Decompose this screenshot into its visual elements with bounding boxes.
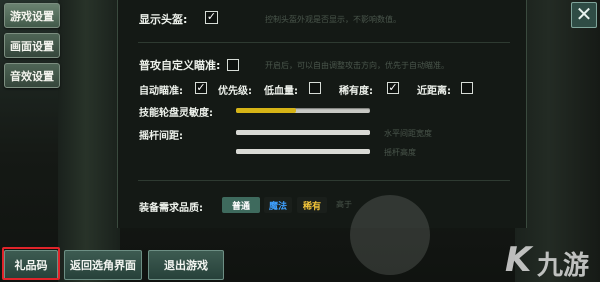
tab-label: 画面设置 bbox=[10, 39, 54, 53]
watermark-k: K bbox=[505, 240, 532, 280]
show-helmet-hint: 控制头盔外观是否显示，不影响数值。 bbox=[265, 15, 401, 24]
joystick-horizontal-slider[interactable] bbox=[236, 130, 370, 135]
quality-rare-button[interactable]: 稀有 bbox=[297, 197, 327, 213]
priority-rarity-checkbox[interactable]: ✓ bbox=[387, 82, 399, 94]
slider-fill bbox=[236, 130, 370, 135]
check-icon: ✓ bbox=[388, 81, 398, 94]
tab-game-settings[interactable]: 游戏设置 bbox=[4, 3, 60, 28]
auto-aim-label: 自动瞄准: bbox=[139, 86, 183, 97]
check-icon: ✓ bbox=[206, 10, 217, 23]
highlight-box bbox=[2, 247, 60, 280]
quality-common-button[interactable]: 普通 bbox=[222, 197, 260, 213]
watermark-text: 九游 bbox=[537, 251, 590, 281]
return-label: 返回选角界面 bbox=[70, 259, 136, 272]
check-icon: ✓ bbox=[196, 81, 206, 94]
slider-fill bbox=[236, 108, 297, 113]
watermark-logo-icon bbox=[350, 195, 430, 275]
priority-rarity-label: 稀有度: bbox=[339, 86, 373, 97]
tab-graphics-settings[interactable]: 画面设置 bbox=[4, 33, 60, 58]
tab-audio-settings[interactable]: 音效设置 bbox=[4, 63, 60, 88]
custom-aim-checkbox[interactable] bbox=[227, 59, 239, 71]
priority-low-hp-checkbox[interactable] bbox=[309, 82, 321, 94]
joystick-horizontal-hint: 水平间距宽度 bbox=[384, 129, 432, 138]
return-character-select-button[interactable]: 返回选角界面 bbox=[64, 250, 142, 280]
custom-aim-hint: 开启后，可以自由调整攻击方向，优先于自动瞄准。 bbox=[265, 61, 449, 70]
joystick-spacing-label: 摇杆间距: bbox=[139, 131, 183, 142]
equip-quality-label: 装备需求品质: bbox=[139, 203, 203, 214]
slider-fill bbox=[236, 149, 370, 154]
tab-label: 游戏设置 bbox=[10, 9, 54, 23]
priority-distance-label: 近距离: bbox=[417, 86, 451, 97]
auto-aim-checkbox[interactable]: ✓ bbox=[195, 82, 207, 94]
divider bbox=[138, 180, 510, 181]
quit-game-button[interactable]: 退出游戏 bbox=[148, 250, 224, 280]
wheel-sensitivity-slider[interactable] bbox=[236, 108, 370, 113]
close-icon: ✕ bbox=[575, 2, 593, 26]
tab-label: 音效设置 bbox=[10, 69, 54, 83]
joystick-height-slider[interactable] bbox=[236, 149, 370, 154]
background-scenery-left bbox=[58, 0, 120, 282]
priority-low-hp-label: 低血量: bbox=[264, 86, 298, 97]
priority-distance-checkbox[interactable] bbox=[461, 82, 473, 94]
close-button[interactable]: ✕ bbox=[571, 2, 597, 28]
divider bbox=[138, 42, 510, 43]
equip-quality-hint: 高于 bbox=[336, 200, 352, 209]
joystick-height-hint: 摇杆高度 bbox=[384, 148, 416, 157]
quit-label: 退出游戏 bbox=[164, 259, 208, 272]
show-helmet-label: 显示头盔: bbox=[139, 13, 188, 26]
wheel-sensitivity-label: 技能轮盘灵敏度: bbox=[139, 108, 213, 119]
custom-aim-label: 普攻自定义瞄准: bbox=[139, 59, 221, 72]
priority-label: 优先级: bbox=[218, 86, 252, 97]
quality-magic-button[interactable]: 魔法 bbox=[264, 197, 292, 213]
show-helmet-checkbox[interactable]: ✓ bbox=[205, 11, 218, 24]
